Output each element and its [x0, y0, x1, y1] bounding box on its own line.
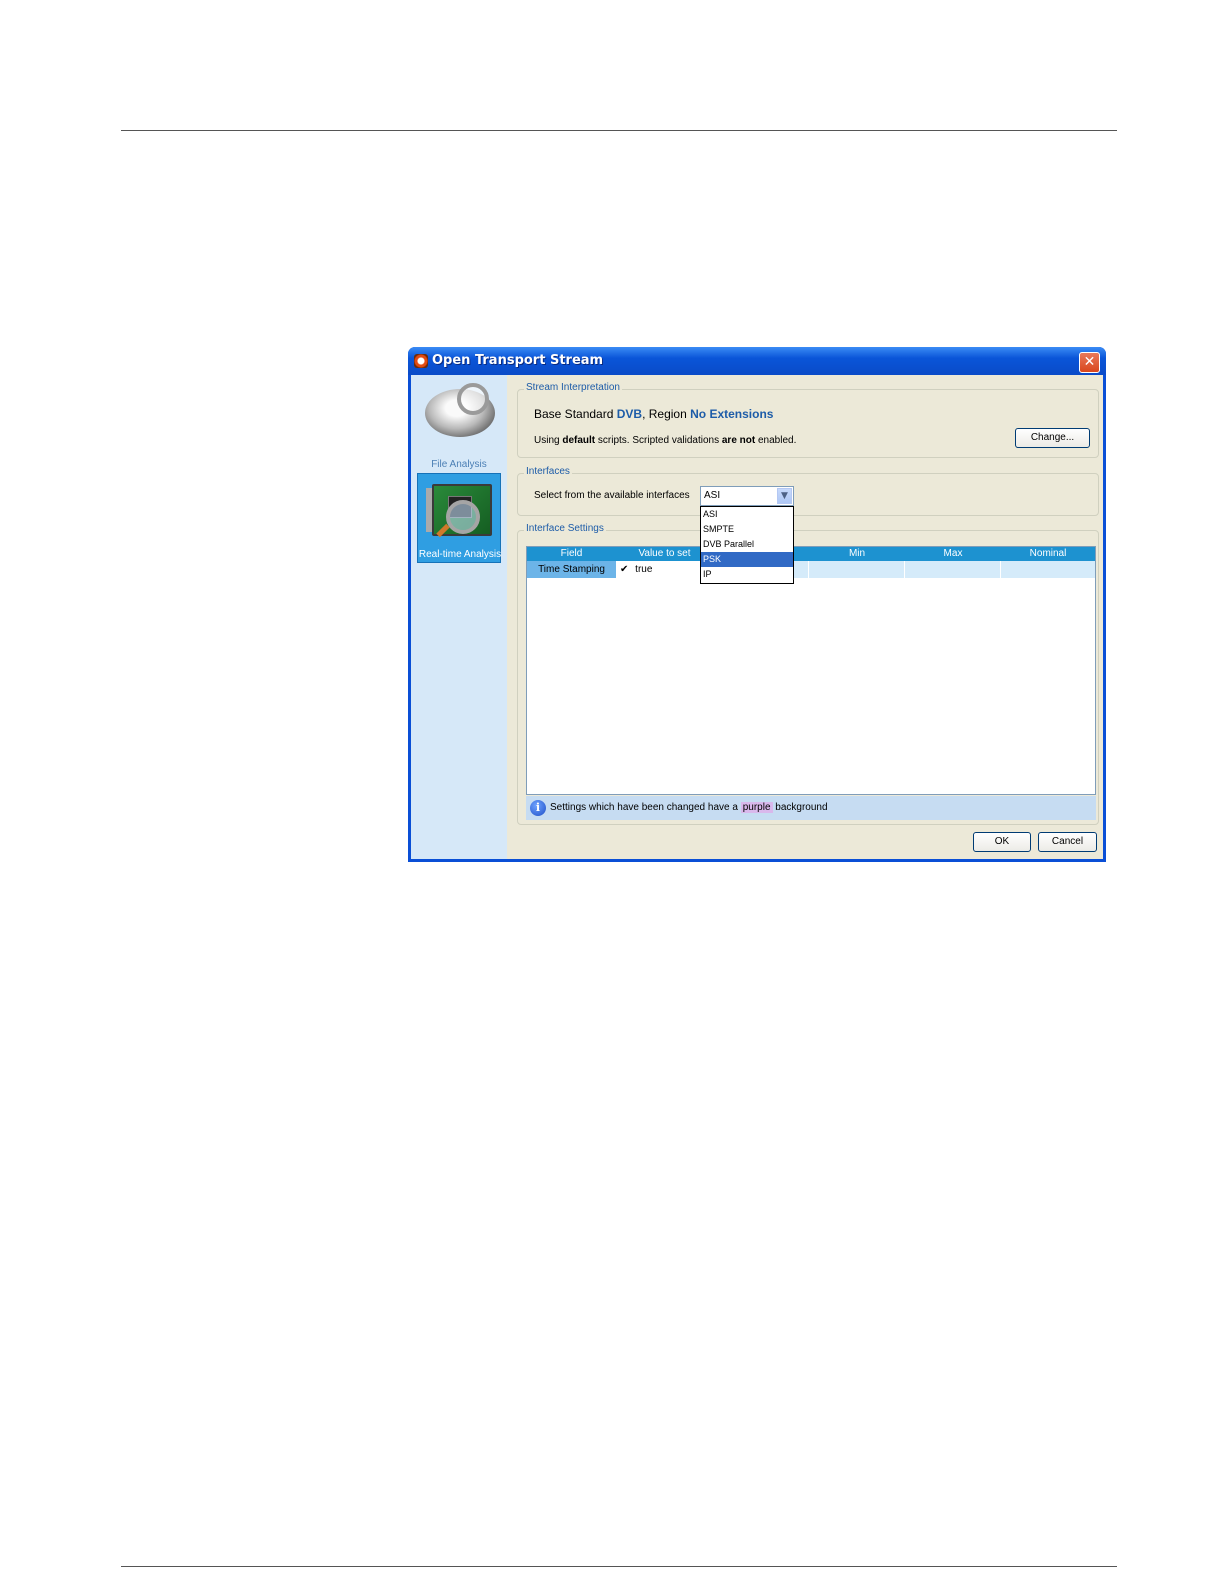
title-bar[interactable]: Open Transport Stream ✕ — [408, 347, 1106, 375]
cancel-button[interactable]: Cancel — [1038, 832, 1097, 852]
cell-field[interactable]: Time Stamping — [527, 561, 616, 578]
table-row[interactable]: Time Stamping ✔ true — [527, 561, 1095, 578]
column-header-field[interactable]: Field — [527, 547, 616, 561]
interfaces-group: Interfaces Select from the available int… — [517, 466, 1099, 516]
column-divider — [904, 561, 905, 578]
window-title: Open Transport Stream — [432, 353, 604, 368]
interfaces-prompt: Select from the available interfaces — [534, 490, 690, 501]
analysis-mode-sidebar: File Analysis Real-time Analysis — [411, 375, 507, 859]
region-value[interactable]: No Extensions — [690, 407, 773, 421]
dropdown-option-ip[interactable]: IP — [701, 567, 793, 582]
dialog-client: File Analysis Real-time Analysis Stream … — [411, 375, 1103, 859]
interface-select-value: ASI — [704, 490, 721, 501]
dropdown-option-dvb-parallel[interactable]: DVB Parallel — [701, 537, 793, 552]
dropdown-option-asi[interactable]: ASI — [701, 507, 793, 522]
column-divider — [808, 561, 809, 578]
close-button[interactable]: ✕ — [1079, 352, 1100, 373]
cell-value[interactable]: ✔ true — [616, 561, 705, 578]
table-header: Field Value to set Min Max Nominal — [527, 547, 1095, 561]
column-divider — [1000, 561, 1001, 578]
scripts-value: default — [562, 435, 596, 446]
chevron-down-icon[interactable]: ▼ — [777, 488, 792, 504]
change-button[interactable]: Change... — [1015, 428, 1090, 448]
info-prefix: Settings which have been changed have a — [550, 802, 741, 813]
dropdown-option-psk[interactable]: PSK — [701, 552, 793, 567]
column-header-max[interactable]: Max — [905, 547, 1001, 561]
card-bracket-icon — [426, 488, 432, 532]
settings-table: Field Value to set Min Max Nominal Time … — [526, 546, 1096, 795]
info-bar: i Settings which have been changed have … — [526, 796, 1096, 820]
interface-dropdown-list: ASI SMPTE DVB Parallel PSK IP — [700, 506, 794, 584]
info-suffix: background — [772, 802, 828, 813]
magnifier-icon — [457, 383, 489, 415]
page-bottom-rule — [121, 1566, 1117, 1567]
base-standard-value[interactable]: DVB — [617, 407, 642, 421]
page-top-rule — [121, 130, 1117, 131]
magnifier-icon — [446, 500, 480, 534]
group-legend: Interfaces — [524, 466, 572, 477]
interface-settings-group: Interface Settings Field Value to set Mi… — [517, 523, 1099, 825]
validations-value: are not — [721, 435, 756, 446]
sidebar-item-label: Real-time Analysis — [418, 549, 502, 560]
check-icon: ✔ — [620, 564, 629, 575]
sidebar-item-file-analysis[interactable]: File Analysis — [417, 381, 501, 473]
ok-button[interactable]: OK — [973, 832, 1031, 852]
column-header-nominal[interactable]: Nominal — [1001, 547, 1095, 561]
sidebar-item-realtime-analysis[interactable]: Real-time Analysis — [417, 473, 501, 563]
interface-select[interactable]: ASI ▼ — [700, 486, 794, 506]
stream-interpretation-group: Stream Interpretation Base Standard DVB,… — [517, 382, 1099, 458]
scripts-suffix: enabled. — [755, 435, 797, 446]
dropdown-option-smpte[interactable]: SMPTE — [701, 522, 793, 537]
cell-value-text: true — [635, 564, 653, 575]
scripts-mid: scripts. Scripted validations — [595, 435, 722, 446]
base-standard-line: Base Standard DVB, Region No Extensions — [534, 407, 773, 421]
region-label: , Region — [642, 407, 691, 421]
column-header-min[interactable]: Min — [809, 547, 905, 561]
column-header-value[interactable]: Value to set — [616, 547, 713, 561]
scripts-line: Using default scripts. Scripted validati… — [534, 435, 796, 446]
open-transport-stream-dialog: Open Transport Stream ✕ File Analysis Re… — [408, 347, 1106, 862]
sidebar-item-label: File Analysis — [431, 459, 487, 470]
group-legend: Interface Settings — [524, 523, 606, 534]
base-standard-label: Base Standard — [534, 407, 617, 421]
purple-sample: purple — [740, 802, 773, 813]
app-icon — [414, 354, 428, 368]
info-icon: i — [530, 800, 546, 816]
group-legend: Stream Interpretation — [524, 382, 622, 393]
info-text: Settings which have been changed have a … — [550, 802, 828, 813]
scripts-prefix: Using — [534, 435, 563, 446]
